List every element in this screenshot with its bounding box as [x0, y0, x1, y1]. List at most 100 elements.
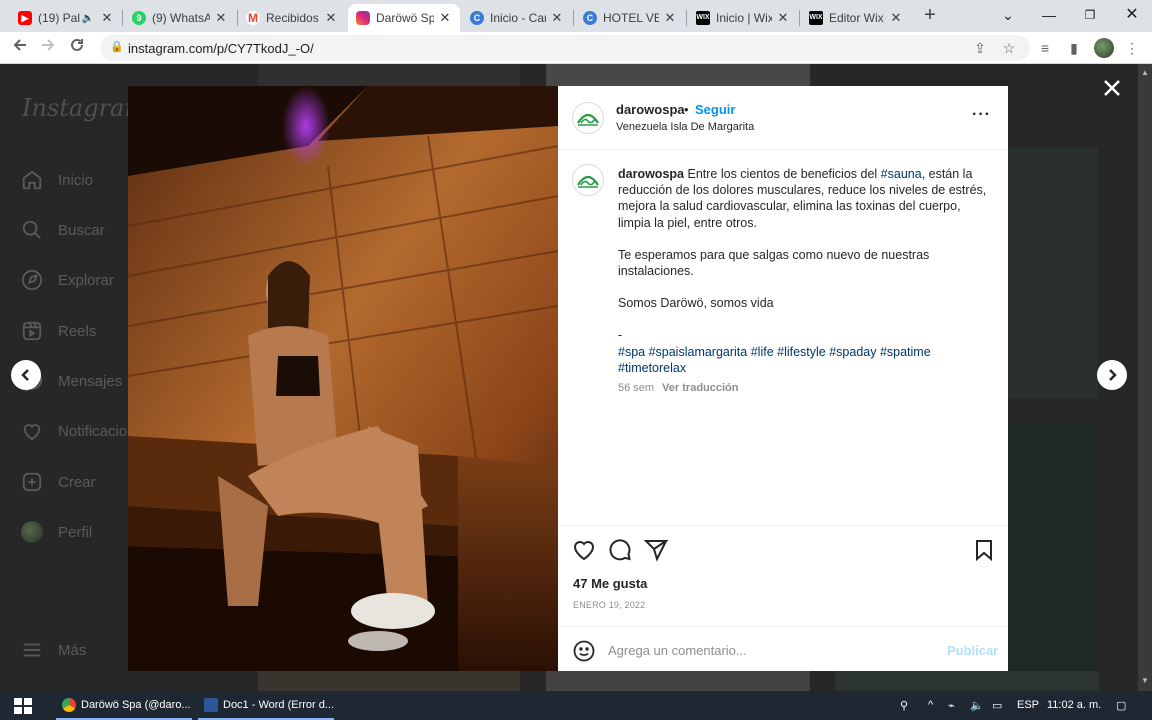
tray-chevron-icon[interactable]: ^ [928, 699, 933, 711]
back-arrow-icon [13, 39, 26, 51]
tab-wix-editor[interactable]: WIX Editor Wix ✕ [801, 4, 911, 32]
spa-logo-icon [577, 113, 599, 126]
reload-icon [71, 38, 83, 51]
forward-button[interactable] [36, 36, 60, 60]
darowo-logo-avatar[interactable] [572, 164, 604, 196]
comment-bubble-icon [609, 539, 631, 561]
hashtag-list[interactable]: #spa #spaislamargarita #life #lifestyle … [618, 344, 990, 376]
post-photo[interactable] [128, 86, 558, 671]
hashtag-link[interactable]: #sauna [881, 167, 922, 181]
post-age: 56 sem [618, 382, 655, 394]
close-icon[interactable]: ✕ [663, 10, 677, 26]
post-caption: darowospa Entre los cientos de beneficio… [618, 166, 990, 376]
canva-icon: C [583, 11, 597, 25]
volume-icon[interactable]: 🔈 [970, 699, 984, 712]
comment-input[interactable] [608, 640, 928, 660]
post-location[interactable]: Venezuela Isla De Margarita [616, 121, 754, 133]
smiley-icon [573, 640, 595, 662]
back-button[interactable] [8, 36, 32, 60]
post-header: darowospa • Seguir Venezuela Isla De Mar… [558, 86, 1008, 150]
tab-canva-hotel[interactable]: C HOTEL VEN ✕ [575, 4, 685, 32]
scroll-up-icon[interactable]: ▲ [1141, 68, 1149, 77]
see-translation-link[interactable]: Ver traducción [662, 382, 738, 394]
close-icon[interactable]: ✕ [889, 10, 903, 26]
close-icon[interactable]: ✕ [438, 10, 452, 26]
like-count[interactable]: 47 Me gusta [573, 576, 647, 591]
windows-taskbar: Daröwö Spa (@daro... Doc1 - Word (Error … [0, 691, 1152, 720]
tab-title: (19) Pal [38, 11, 81, 25]
people-icon[interactable]: ⚲ [900, 699, 908, 712]
close-modal-button[interactable] [1100, 76, 1124, 100]
whatsapp-icon: 9 [132, 11, 146, 25]
close-icon[interactable]: ✕ [324, 10, 338, 26]
windows-start-icon[interactable] [14, 698, 32, 714]
tab-title: (9) WhatsAp [152, 11, 210, 25]
reload-button[interactable] [65, 36, 89, 60]
share-button[interactable] [643, 538, 670, 562]
bookmark-icon [976, 540, 992, 562]
notification-app-icon[interactable]: ▭ [992, 699, 1002, 712]
profile-avatar[interactable] [1094, 38, 1114, 58]
darowo-logo-avatar[interactable] [572, 102, 604, 134]
close-icon[interactable]: ✕ [550, 10, 564, 26]
next-post-button[interactable] [1097, 360, 1127, 390]
emoji-picker-button[interactable] [572, 639, 596, 663]
wix-icon: WIX [809, 11, 823, 25]
kebab-menu-icon[interactable]: ⋮ [1122, 38, 1142, 58]
comment-button[interactable] [608, 538, 632, 562]
taskbar-chrome[interactable]: Daröwö Spa (@daro... [56, 691, 192, 720]
tab-gmail[interactable]: M Recibidos ( ✕ [238, 4, 346, 32]
tab-whatsapp[interactable]: 9 (9) WhatsAp ✕ [124, 4, 236, 32]
new-tab-button[interactable]: + [920, 5, 940, 25]
tab-canva-inicio[interactable]: C Inicio - Can ✕ [462, 4, 572, 32]
like-button[interactable] [572, 538, 596, 562]
caption-username[interactable]: darowospa [618, 167, 684, 181]
follow-button[interactable]: Seguir [695, 102, 735, 117]
caption-paragraph: Te esperamos para que salgas como nuevo … [618, 247, 930, 279]
network-icon[interactable]: ⌁ [948, 699, 955, 712]
taskbar-label: Doc1 - Word (Error d... [223, 698, 334, 711]
chevron-right-icon [1109, 369, 1117, 381]
separator-dot: • [684, 102, 689, 117]
media-control-icon[interactable]: ≡ [1035, 38, 1055, 58]
window-close-button[interactable]: ✕ [1112, 4, 1152, 26]
tab-wix-inicio[interactable]: WIX Inicio | Wix ✕ [688, 4, 798, 32]
save-button[interactable] [972, 538, 996, 562]
sauna-photo [128, 86, 558, 671]
chevron-left-icon [21, 369, 29, 381]
previous-post-button[interactable] [11, 360, 41, 390]
close-icon[interactable]: ✕ [214, 10, 228, 26]
minimize-button[interactable]: — [1029, 4, 1069, 26]
youtube-icon: ▶ [18, 11, 32, 25]
action-center-icon[interactable]: ▢ [1116, 699, 1126, 712]
tab-youtube[interactable]: ▶ (19) Pal 🔈 ✕ [10, 4, 122, 32]
speaker-icon[interactable]: 🔈 [82, 13, 94, 24]
language-indicator[interactable]: ESP [1017, 699, 1039, 711]
taskbar-word[interactable]: Doc1 - Word (Error d... [198, 691, 334, 720]
word-icon [204, 697, 218, 712]
tab-instagram[interactable]: Daröwö Sp ✕ [348, 4, 460, 32]
clock[interactable]: 11:02 a. m. [1047, 699, 1101, 711]
caption-dash: - [618, 328, 623, 343]
tab-title: HOTEL VEN [603, 11, 659, 25]
post-username[interactable]: darowospa [616, 102, 685, 117]
scroll-down-icon[interactable]: ▼ [1141, 676, 1149, 685]
instagram-icon [356, 11, 370, 25]
canva-icon: C [470, 11, 484, 25]
post-actions: 47 Me gusta ENERO 19, 2022 Publicar [558, 525, 1008, 671]
close-icon[interactable]: ✕ [776, 10, 790, 26]
address-bar[interactable]: 🔒 instagram.com/p/CY7TkodJ_-O/ [100, 35, 1030, 61]
more-options-icon[interactable]: ··· [972, 106, 991, 124]
page-scrollbar[interactable]: ▲ ▼ [1138, 64, 1152, 691]
side-panel-icon[interactable]: ▮ [1064, 38, 1084, 58]
restore-button[interactable]: ❐ [1070, 4, 1110, 26]
share-icon[interactable]: ⇪ [970, 38, 990, 58]
publish-button[interactable]: Publicar [947, 643, 998, 658]
caption-meta: 56 sem Ver traducción [618, 382, 739, 394]
paper-plane-icon [643, 540, 670, 562]
bookmark-star-icon[interactable]: ☆ [999, 38, 1019, 58]
caption-text: Entre los cientos de beneficios del [687, 167, 878, 181]
post-date: ENERO 19, 2022 [573, 600, 646, 610]
tab-search-icon[interactable]: ⌄ [988, 4, 1028, 26]
close-icon[interactable]: ✕ [100, 10, 114, 26]
